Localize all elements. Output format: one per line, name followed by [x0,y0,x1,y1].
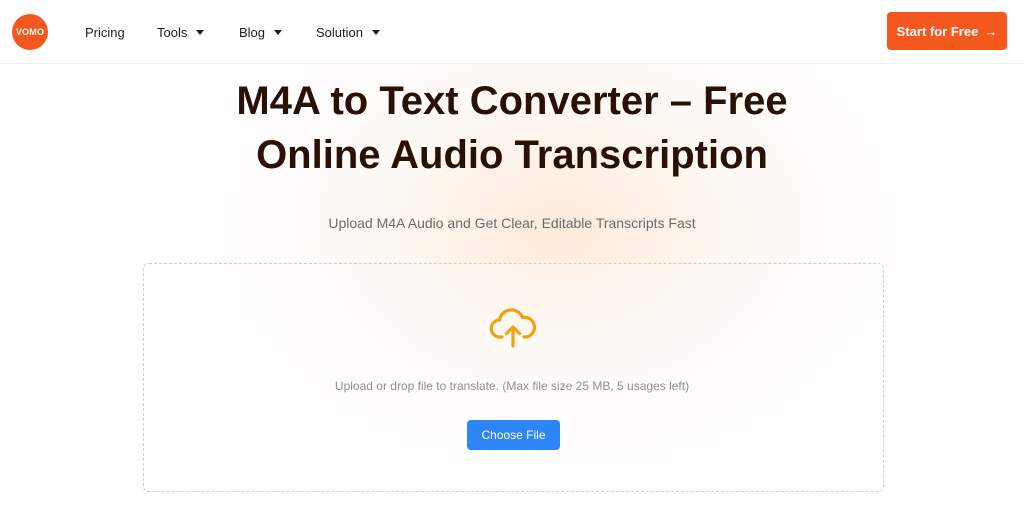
upload-hint: Upload or drop file to translate. (Max f… [334,379,690,393]
page-title: M4A to Text Converter – Free Online Audi… [0,74,1024,182]
nav-item-label: Tools [157,24,188,40]
page-subtitle: Upload M4A Audio and Get Clear, Editable… [328,215,696,231]
nav-item-blog[interactable]: Blog [239,23,283,41]
choose-file-button[interactable]: Choose File [467,420,560,450]
nav-item-solution[interactable]: Solution [316,23,380,41]
nav-item-label: Blog [239,24,266,40]
caret-down-icon [371,30,380,35]
nav-item-label: Solution [316,24,363,40]
nav-item-label: Pricing [85,24,125,40]
vomo-logo[interactable]: VOMO [12,14,48,50]
logo-text: VOMO [15,27,45,37]
arrow-right-icon: → [984,23,998,39]
choose-file-label: Choose File [481,428,546,442]
nav-item-tools[interactable]: Tools [157,23,205,41]
caret-down-icon [196,30,205,35]
top-navbar: VOMO Pricing Tools Blog Solution Start f… [0,0,1024,64]
file-dropzone[interactable] [143,263,884,492]
title-line-1: M4A to Text Converter – Free [236,79,788,123]
start-for-free-button[interactable]: Start for Free → [887,12,1007,50]
cloud-upload-icon [489,308,537,348]
caret-down-icon [274,30,283,35]
nav-item-pricing[interactable]: Pricing [85,23,125,41]
cta-label: Start for Free [896,23,979,39]
title-line-2: Online Audio Transcription [256,133,768,177]
